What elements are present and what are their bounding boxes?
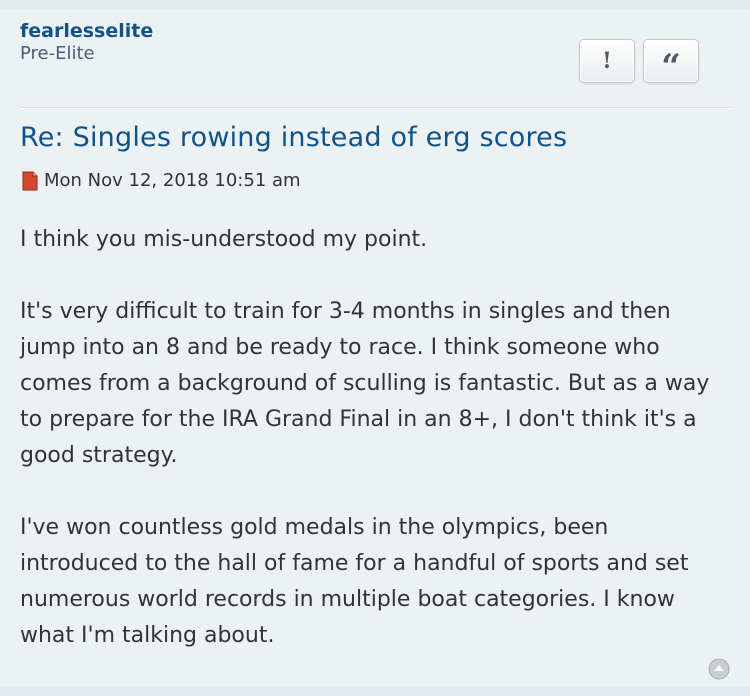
author-rank: Pre-Elite — [20, 43, 95, 64]
post-file-icon[interactable] — [22, 171, 38, 191]
quote-button[interactable]: “ — [643, 39, 699, 87]
post-date: Mon Nov 12, 2018 10:51 am — [44, 170, 301, 191]
post-meta: Mon Nov 12, 2018 10:51 am — [22, 170, 301, 191]
post-paragraph: I think you mis-understood my point. — [20, 227, 428, 252]
forum-post: fearlesselite Pre-Elite ! “ Re: Singles … — [0, 10, 750, 686]
bottom-strip — [0, 686, 750, 696]
post-paragraph: I've won countless gold medals in the ol… — [20, 515, 689, 648]
post-buttons: ! “ — [579, 39, 699, 87]
author-name-link[interactable]: fearlesselite — [20, 20, 153, 42]
report-button[interactable]: ! — [579, 39, 635, 83]
post-paragraph: It's very difficult to train for 3-4 mon… — [20, 299, 710, 468]
post-author: fearlesselite Pre-Elite — [20, 20, 153, 65]
post-content: I think you mis-understood my point. It'… — [20, 222, 732, 654]
post-title-link[interactable]: Re: Singles rowing instead of erg scores — [20, 122, 567, 153]
divider — [20, 107, 730, 109]
back-to-top-icon[interactable] — [708, 658, 730, 680]
